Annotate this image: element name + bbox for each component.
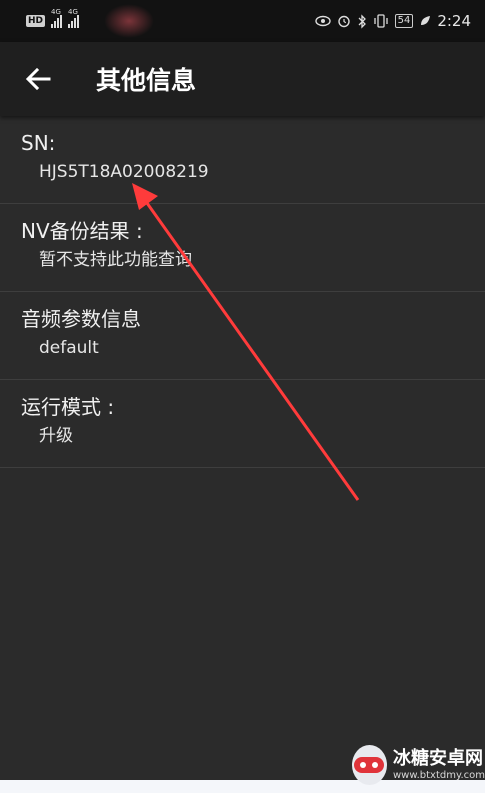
leaf-icon	[421, 16, 431, 25]
page-title: 其他信息	[96, 66, 197, 95]
sn-title: SN:	[21, 131, 56, 155]
vibrate-icon	[373, 14, 388, 28]
list-item-run-mode: 运行模式 : 升级	[0, 380, 485, 468]
watermark-logo-icon	[352, 745, 387, 785]
audio-params-title: 音频参数信息	[21, 307, 141, 331]
audio-params-value: default	[39, 338, 99, 358]
nv-backup-title: NV备份结果 :	[21, 219, 143, 243]
blurred-region	[104, 4, 154, 38]
arrow-left-icon	[25, 68, 51, 90]
run-mode-title: 运行模式 :	[21, 395, 115, 419]
app-bar: 其他信息	[0, 42, 485, 116]
battery-icon: 54	[394, 14, 414, 28]
signal-2-label: 4G	[68, 8, 78, 16]
signal-1-label: 4G	[51, 8, 61, 16]
sn-value: HJS5T18A02008219	[39, 162, 209, 182]
bluetooth-icon	[358, 13, 366, 29]
status-left: HD 4G 4G	[26, 8, 80, 28]
status-bar: HD 4G 4G 54 2:24	[0, 0, 485, 42]
back-button[interactable]	[18, 59, 58, 99]
status-right: 54 2:24	[314, 12, 471, 30]
watermark: 冰糖安卓网 www.btxtdmy.com	[352, 740, 485, 790]
hd-badge: HD	[26, 15, 46, 27]
watermark-title: 冰糖安卓网	[392, 748, 483, 769]
signal-icon: 4G	[51, 8, 63, 28]
eye-icon	[314, 15, 331, 27]
alarm-icon	[337, 15, 350, 28]
run-mode-value: 升级	[39, 426, 73, 446]
watermark-url: www.btxtdmy.com	[392, 770, 485, 781]
status-time: 2:24	[437, 12, 471, 30]
signal-icon: 4G	[68, 8, 80, 28]
list-item-audio-params: 音频参数信息 default	[0, 292, 485, 380]
list-item-sn: SN: HJS5T18A02008219	[0, 116, 485, 204]
info-list: SN: HJS5T18A02008219 NV备份结果 : 暂不支持此功能查询 …	[0, 116, 485, 468]
list-item-nv-backup: NV备份结果 : 暂不支持此功能查询	[0, 204, 485, 292]
nv-backup-value: 暂不支持此功能查询	[39, 250, 192, 270]
